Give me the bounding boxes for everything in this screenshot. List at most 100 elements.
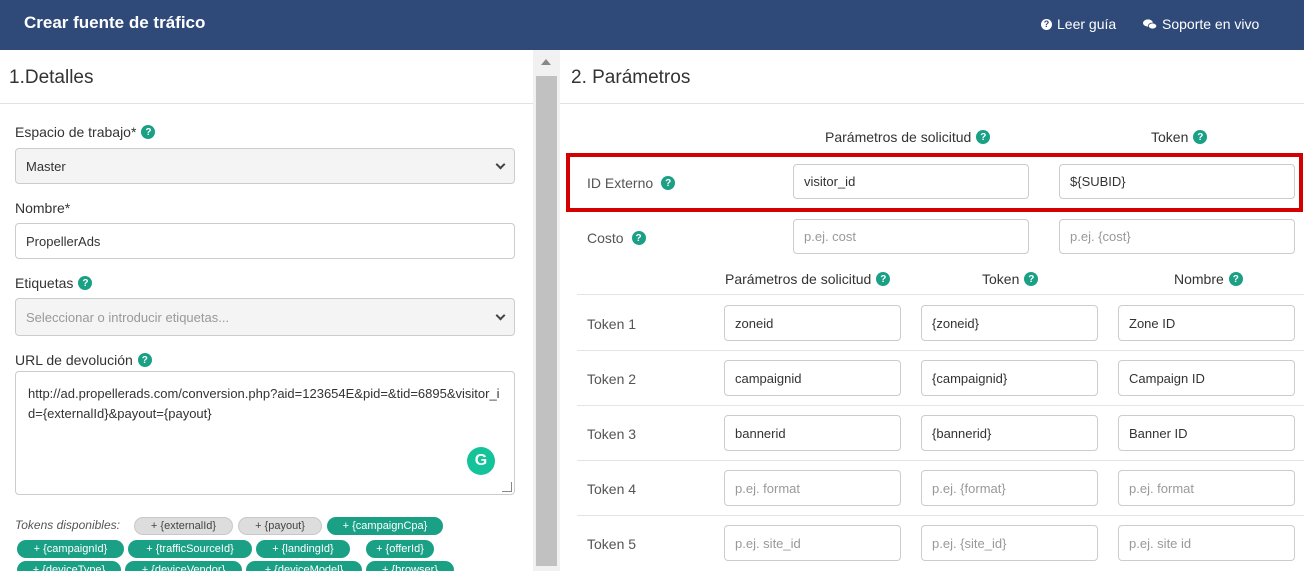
token-chip[interactable]: + {browser} [366, 561, 454, 571]
external-id-label-text: ID Externo [587, 175, 654, 191]
scrollbar[interactable] [533, 50, 560, 571]
scrollbar-thumb[interactable] [536, 76, 557, 566]
resize-handle-icon[interactable] [502, 482, 512, 492]
token-3-label: Token 3 [587, 426, 637, 442]
help-icon[interactable]: ? [1024, 272, 1039, 286]
token-chip[interactable]: + {deviceModel} [246, 561, 362, 571]
row-divider [577, 350, 1304, 351]
workspace-select[interactable]: Master [15, 148, 515, 184]
token-4-param-input[interactable]: p.ej. format [724, 470, 901, 506]
token-2-name-input[interactable]: Campaign ID [1118, 360, 1295, 396]
token-chip[interactable]: + {campaignCpa} [327, 517, 443, 535]
cost-param-input[interactable]: p.ej. cost [793, 219, 1029, 254]
help-icon[interactable]: ? [137, 353, 152, 367]
token-chip[interactable]: + {offerId} [366, 540, 434, 558]
token-header-text: Token [1151, 129, 1189, 145]
read-guide-label: Leer guía [1057, 16, 1117, 32]
token-name-header: Nombre ? [1174, 271, 1243, 287]
token-chip[interactable]: + {campaignId} [17, 540, 124, 558]
row-divider [577, 294, 1304, 295]
token-chip[interactable]: + {landingId} [256, 540, 350, 558]
help-icon[interactable]: ? [1193, 130, 1208, 144]
chevron-down-icon [495, 310, 506, 320]
token-2-label: Token 2 [587, 371, 637, 387]
grammarly-icon[interactable]: G [467, 447, 495, 475]
row-divider [577, 405, 1304, 406]
help-icon[interactable]: ? [78, 276, 93, 290]
external-id-label: ID Externo ? [587, 175, 676, 191]
name-label: Nombre* [15, 200, 70, 216]
token-token-header-text: Token [982, 271, 1020, 287]
name-input[interactable]: PropellerAds [15, 223, 515, 259]
page-title: Crear fuente de tráfico [24, 13, 206, 32]
help-icon[interactable]: ? [631, 231, 646, 245]
details-panel: 1.Detalles Espacio de trabajo* ? Master … [0, 50, 533, 571]
workspace-value: Master [26, 158, 66, 174]
workspace-label-text: Espacio de trabajo* [15, 124, 137, 140]
token-4-token-input[interactable]: p.ej. {format} [921, 470, 1098, 506]
token-chip[interactable]: + {trafficSourceId} [128, 540, 252, 558]
question-circle-icon: ? [1041, 18, 1052, 30]
chat-bubbles-icon [1143, 18, 1157, 29]
token-1-param-input[interactable]: zoneid [724, 305, 901, 341]
live-support-label: Soporte en vivo [1162, 16, 1260, 32]
tags-select[interactable]: Seleccionar o introducir etiquetas... [15, 298, 515, 336]
token-chip[interactable]: + {payout} [238, 517, 322, 535]
parameters-section-title: 2. Parámetros [571, 67, 691, 88]
token-5-token-input[interactable]: p.ej. {site_id} [921, 525, 1098, 561]
help-icon[interactable]: ? [661, 176, 676, 190]
parameters-divider [560, 103, 1304, 104]
token-1-token-input[interactable]: {zoneid} [921, 305, 1098, 341]
token-5-name-input[interactable]: p.ej. site id [1118, 525, 1295, 561]
cost-token-input[interactable]: p.ej. {cost} [1059, 219, 1295, 254]
token-request-params-header-text: Parámetros de solicitud [725, 271, 872, 287]
request-params-header: Parámetros de solicitud ? [825, 129, 991, 145]
cost-label: Costo ? [587, 230, 646, 246]
details-section-title: 1.Detalles [9, 67, 94, 88]
help-icon[interactable]: ? [876, 272, 891, 286]
cost-label-text: Costo [587, 230, 624, 246]
chevron-down-icon [495, 159, 506, 169]
token-2-token-input[interactable]: {campaignid} [921, 360, 1098, 396]
token-name-header-text: Nombre [1174, 271, 1224, 287]
token-request-params-header: Parámetros de solicitud ? [725, 271, 891, 287]
request-params-header-text: Parámetros de solicitud [825, 129, 972, 145]
token-4-name-input[interactable]: p.ej. format [1118, 470, 1295, 506]
row-divider [577, 460, 1304, 461]
row-divider [577, 515, 1304, 516]
tags-placeholder: Seleccionar o introducir etiquetas... [26, 309, 230, 325]
token-5-label: Token 5 [587, 536, 637, 552]
token-chip[interactable]: + {deviceVendor} [125, 561, 242, 571]
help-icon[interactable]: ? [976, 130, 991, 144]
token-3-param-input[interactable]: bannerid [724, 415, 901, 451]
tags-label-text: Etiquetas [15, 275, 74, 291]
token-5-param-input[interactable]: p.ej. site_id [724, 525, 901, 561]
token-chip[interactable]: + {deviceType} [17, 561, 121, 571]
token-chip[interactable]: + {externalId} [134, 517, 233, 535]
token-2-param-input[interactable]: campaignid [724, 360, 901, 396]
tags-label: Etiquetas ? [15, 275, 93, 291]
details-divider [0, 103, 533, 104]
token-1-name-input[interactable]: Zone ID [1118, 305, 1295, 341]
live-support-link[interactable]: Soporte en vivo [1143, 16, 1259, 32]
postback-label-text: URL de devolución [15, 352, 133, 368]
name-label-text: Nombre* [15, 200, 71, 216]
token-1-label: Token 1 [587, 316, 637, 332]
token-4-label: Token 4 [587, 481, 637, 497]
external-id-param-input[interactable]: visitor_id [793, 164, 1029, 199]
postback-label: URL de devolución ? [15, 352, 152, 368]
token-header: Token ? [1151, 129, 1208, 145]
scroll-up-arrow-icon[interactable] [541, 59, 551, 65]
tokens-label: Tokens disponibles: [15, 518, 120, 532]
read-guide-link[interactable]: ? Leer guía [1041, 16, 1116, 32]
parameters-panel: 2. Parámetros Parámetros de solicitud ? … [560, 50, 1308, 571]
postback-url-textarea[interactable]: http://ad.propellerads.com/conversion.ph… [15, 371, 515, 495]
top-header: Crear fuente de tráfico ? Leer guía Sopo… [0, 0, 1308, 50]
help-icon[interactable]: ? [1228, 272, 1243, 286]
external-id-token-input[interactable]: ${SUBID} [1059, 164, 1295, 199]
token-token-header: Token ? [982, 271, 1039, 287]
token-3-name-input[interactable]: Banner ID [1118, 415, 1295, 451]
token-3-token-input[interactable]: {bannerid} [921, 415, 1098, 451]
help-icon[interactable]: ? [141, 125, 156, 139]
workspace-label: Espacio de trabajo* ? [15, 124, 156, 140]
